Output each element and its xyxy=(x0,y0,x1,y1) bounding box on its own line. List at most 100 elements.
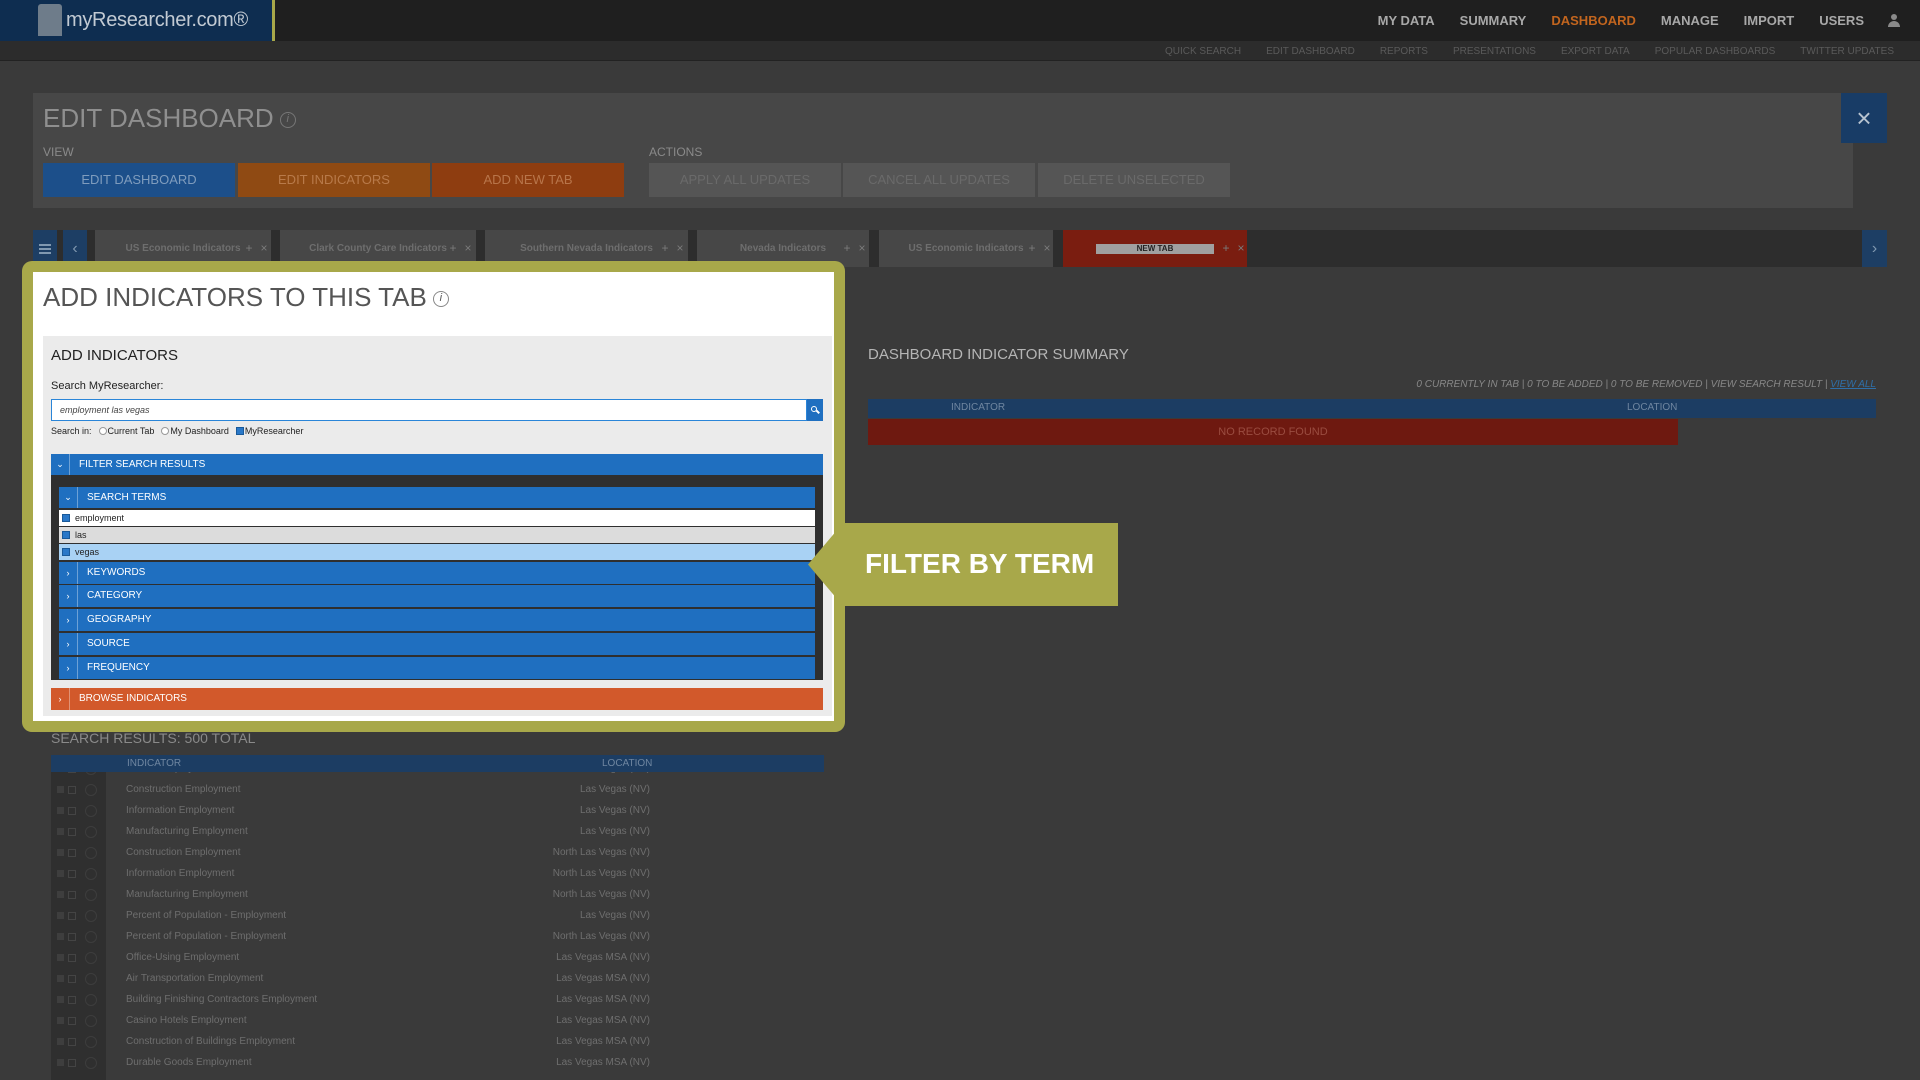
info-icon[interactable] xyxy=(85,868,97,880)
row-select-box[interactable] xyxy=(68,772,76,773)
nav-import[interactable]: IMPORT xyxy=(1744,13,1795,28)
row-select-box[interactable] xyxy=(68,849,76,857)
info-icon[interactable] xyxy=(85,994,97,1006)
info-icon[interactable] xyxy=(85,1015,97,1027)
row-checkbox[interactable] xyxy=(57,828,64,835)
result-row[interactable]: Construction Employment Las Vegas (NV) xyxy=(51,780,824,801)
info-icon[interactable]: i xyxy=(432,291,449,308)
term-checkbox[interactable] xyxy=(62,514,70,522)
info-icon[interactable] xyxy=(85,910,97,922)
tab-close-icon[interactable]: × xyxy=(853,230,871,267)
add-new-tab-button[interactable]: ADD NEW TAB xyxy=(432,163,624,197)
radio-current-tab[interactable] xyxy=(98,427,107,435)
result-row[interactable]: Building Finishing Contractors Employmen… xyxy=(51,990,824,1011)
edit-indicators-button[interactable]: EDIT INDICATORS xyxy=(238,163,430,197)
term-row[interactable]: employment xyxy=(59,510,815,526)
result-row[interactable]: Construction Employment North Las Vegas (… xyxy=(51,843,824,864)
tabs-next-icon[interactable]: › xyxy=(1862,230,1887,267)
row-checkbox[interactable] xyxy=(57,912,64,919)
result-row[interactable]: Information Employment Las Vegas (NV) xyxy=(51,801,824,822)
subnav-presentations[interactable]: PRESENTATIONS xyxy=(1453,46,1536,57)
result-row[interactable]: Air Transportation Employment Las Vegas M… xyxy=(51,969,824,990)
row-checkbox[interactable] xyxy=(57,807,64,814)
logo[interactable]: myResearcher.com® xyxy=(0,0,275,41)
row-select-box[interactable] xyxy=(68,912,76,920)
row-checkbox[interactable] xyxy=(57,1038,64,1045)
term-row[interactable]: las xyxy=(59,527,815,543)
search-button[interactable] xyxy=(807,399,823,421)
facet-geography[interactable]: › GEOGRAPHY xyxy=(59,609,815,631)
subnav-reports[interactable]: REPORTS xyxy=(1380,46,1428,57)
row-select-box[interactable] xyxy=(68,828,76,836)
cancel-all-updates-button[interactable]: CANCEL ALL UPDATES xyxy=(843,163,1035,197)
result-row[interactable]: Construction of Buildings Employment Las … xyxy=(51,1032,824,1053)
search-input[interactable] xyxy=(51,399,807,421)
term-row[interactable]: vegas xyxy=(59,544,815,560)
row-select-box[interactable] xyxy=(68,891,76,899)
facet-category[interactable]: › CATEGORY xyxy=(59,585,815,607)
row-select-box[interactable] xyxy=(68,1059,76,1067)
apply-all-updates-button[interactable]: APPLY ALL UPDATES xyxy=(649,163,841,197)
search-terms-bar[interactable]: ⌄ SEARCH TERMS xyxy=(59,487,815,508)
info-icon[interactable] xyxy=(85,784,97,796)
row-select-box[interactable] xyxy=(68,870,76,878)
nav-manage[interactable]: MANAGE xyxy=(1661,13,1719,28)
info-icon[interactable] xyxy=(85,931,97,943)
row-checkbox[interactable] xyxy=(57,786,64,793)
facet-source[interactable]: › SOURCE xyxy=(59,633,815,655)
info-icon[interactable] xyxy=(85,1036,97,1048)
info-icon[interactable] xyxy=(85,1057,97,1069)
edit-dashboard-button[interactable]: EDIT DASHBOARD xyxy=(43,163,235,197)
info-icon[interactable] xyxy=(85,847,97,859)
result-row[interactable]: Private Employment Las Vegas (NV) xyxy=(51,772,824,780)
tab-close-icon[interactable]: × xyxy=(1232,230,1250,267)
info-icon[interactable] xyxy=(85,772,97,775)
info-icon[interactable] xyxy=(85,826,97,838)
radio-my-dashboard[interactable] xyxy=(161,427,170,435)
row-select-box[interactable] xyxy=(68,786,76,794)
user-icon[interactable] xyxy=(1888,13,1900,28)
subnav-twitter-updates[interactable]: TWITTER UPDATES xyxy=(1800,46,1894,57)
info-icon[interactable] xyxy=(85,889,97,901)
view-all-link[interactable]: VIEW ALL xyxy=(1830,379,1876,390)
row-select-box[interactable] xyxy=(68,996,76,1004)
close-button[interactable]: × xyxy=(1841,93,1887,143)
tab-close-icon[interactable]: × xyxy=(1038,230,1056,267)
info-icon[interactable] xyxy=(85,805,97,817)
row-select-box[interactable] xyxy=(68,933,76,941)
result-row[interactable]: Percent of Population - Employment North … xyxy=(51,927,824,948)
row-select-box[interactable] xyxy=(68,954,76,962)
term-checkbox[interactable] xyxy=(62,548,70,556)
info-icon[interactable]: i xyxy=(279,112,296,129)
browse-indicators-bar[interactable]: › BROWSE INDICATORS xyxy=(51,688,823,710)
row-select-box[interactable] xyxy=(68,807,76,815)
filter-search-results-bar[interactable]: ⌄ FILTER SEARCH RESULTS xyxy=(51,454,823,475)
result-row[interactable]: Casino Hotels Employment Las Vegas MSA (N… xyxy=(51,1011,824,1032)
facet-keywords[interactable]: › KEYWORDS xyxy=(59,562,815,584)
result-row[interactable]: Information Employment North Las Vegas (N… xyxy=(51,864,824,885)
term-checkbox[interactable] xyxy=(62,531,70,539)
row-checkbox[interactable] xyxy=(57,870,64,877)
nav-dashboard[interactable]: DASHBOARD xyxy=(1551,13,1636,28)
info-icon[interactable] xyxy=(85,952,97,964)
result-row[interactable]: Percent of Population - Employment Las Ve… xyxy=(51,906,824,927)
row-checkbox[interactable] xyxy=(57,1017,64,1024)
delete-unselected-button[interactable]: DELETE UNSELECTED xyxy=(1038,163,1230,197)
nav-users[interactable]: USERS xyxy=(1819,13,1864,28)
row-checkbox[interactable] xyxy=(57,1059,64,1066)
result-row[interactable]: Manufacturing Employment Las Vegas (NV) xyxy=(51,822,824,843)
nav-my-data[interactable]: MY DATA xyxy=(1378,13,1435,28)
result-row[interactable]: Manufacturing Employment North Las Vegas … xyxy=(51,885,824,906)
subnav-edit-dashboard[interactable]: EDIT DASHBOARD xyxy=(1266,46,1355,57)
row-checkbox[interactable] xyxy=(57,954,64,961)
row-checkbox[interactable] xyxy=(57,975,64,982)
row-checkbox[interactable] xyxy=(57,996,64,1003)
checkbox-myresearcher[interactable] xyxy=(235,427,244,435)
subnav-export-data[interactable]: EXPORT DATA xyxy=(1561,46,1630,57)
facet-frequency[interactable]: › FREQUENCY xyxy=(59,657,815,679)
info-icon[interactable] xyxy=(85,973,97,985)
nav-summary[interactable]: SUMMARY xyxy=(1460,13,1527,28)
row-select-box[interactable] xyxy=(68,975,76,983)
row-checkbox[interactable] xyxy=(57,933,64,940)
result-row[interactable]: Office-Using Employment Las Vegas MSA (NV… xyxy=(51,948,824,969)
